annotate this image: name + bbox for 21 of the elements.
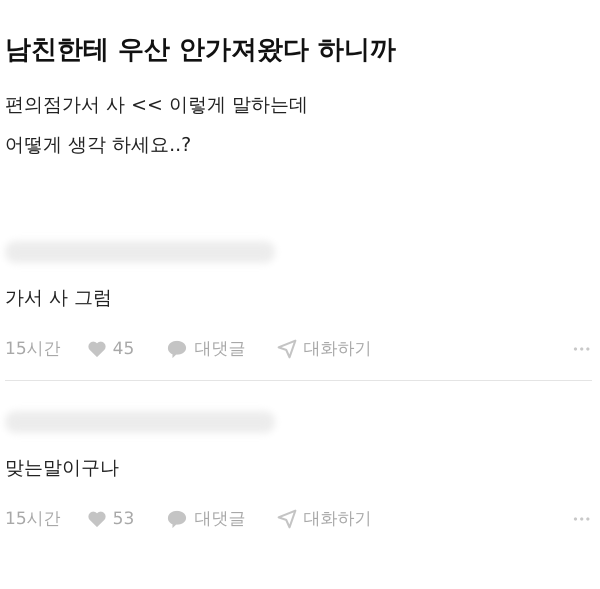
comment-time: 15시간 [5, 338, 61, 360]
heart-icon [86, 510, 107, 528]
reply-button[interactable]: 대댓글 [166, 507, 246, 530]
speech-bubble-icon [166, 508, 188, 528]
chat-button[interactable]: 대화하기 [277, 507, 372, 530]
like-button[interactable]: 45 [86, 338, 134, 358]
paper-plane-icon [277, 338, 298, 358]
more-button[interactable]: ••• [573, 342, 592, 356]
reply-button[interactable]: 대댓글 [166, 337, 246, 360]
speech-bubble-icon [166, 338, 188, 358]
comment-text: 맞는말이구나 [5, 456, 120, 481]
post-title: 남친한테 우산 안가져왔다 하니까 [5, 34, 398, 67]
post-body-line: 편의점가서 사 << 이렇게 말하는데 [5, 93, 309, 117]
heart-icon [86, 340, 107, 358]
like-button[interactable]: 53 [86, 508, 134, 528]
comment-time: 15시간 [5, 508, 61, 530]
more-button[interactable]: ••• [573, 512, 592, 526]
post-body-line: 어떻게 생각 하세요..? [5, 133, 192, 157]
chat-button[interactable]: 대화하기 [277, 337, 372, 360]
comment-text: 가서 사 그럼 [5, 286, 114, 311]
paper-plane-icon [277, 508, 298, 528]
